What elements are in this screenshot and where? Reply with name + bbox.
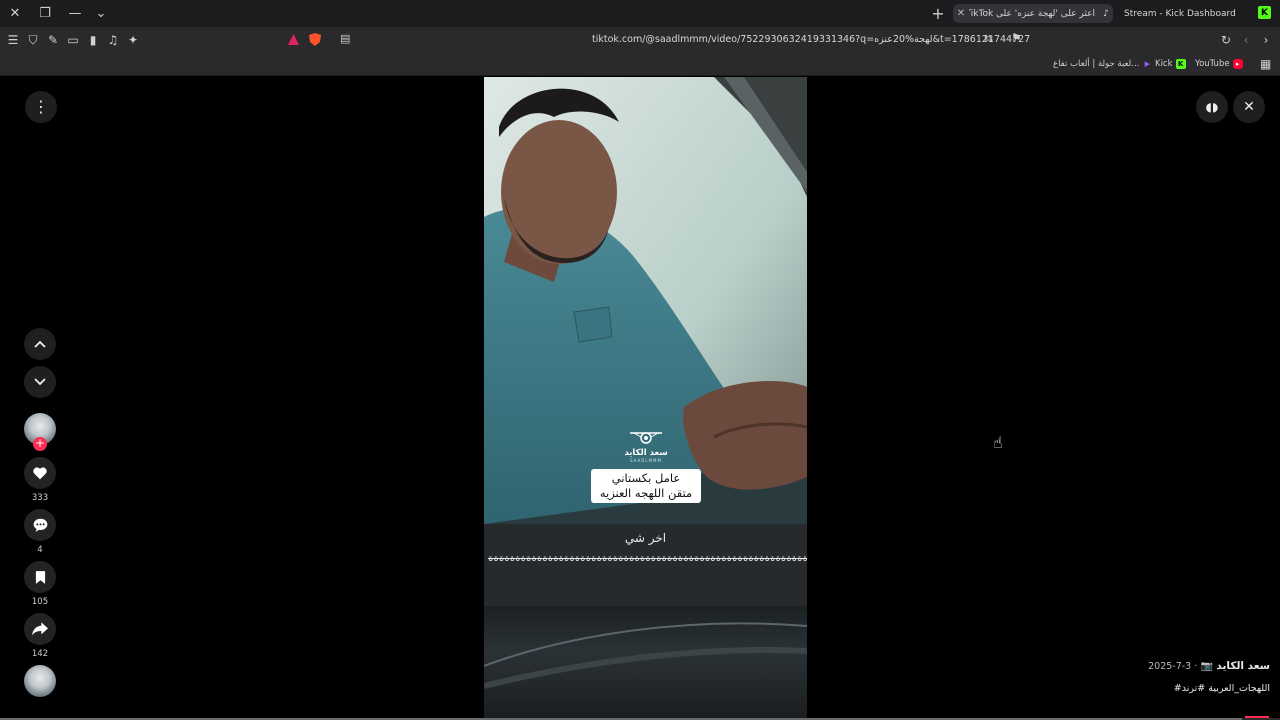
chevron-down-icon xyxy=(34,378,46,386)
kick-icon: K xyxy=(1175,59,1186,69)
site-settings-icon[interactable]: ⇆ xyxy=(984,32,993,45)
save-count: 105 xyxy=(31,597,49,607)
tab-label: Stream - Kick Dashboard xyxy=(1124,8,1236,19)
url-text: tiktok.com/@saadlmmm/video/7522930632419… xyxy=(592,34,1031,45)
watermark-sub: SAADLMMM xyxy=(630,458,662,463)
tiktok-icon: ♪ xyxy=(1103,8,1109,19)
video-player[interactable]: سعد الكايد SAADLMMM عامل بكستاني متقن ال… xyxy=(484,77,807,720)
follow-plus-icon[interactable]: + xyxy=(33,437,47,451)
minimize-window-icon[interactable]: — xyxy=(61,0,89,27)
panel-glyph-text: ة‎ة‎ة‎ة‎ة‎ة‎ة‎ة‎ة‎ة‎ة‎ة‎ة‎ة‎ة‎ة‎ة‎ة‎ة‎ة‎… xyxy=(488,554,807,564)
reload-icon[interactable]: ↻ xyxy=(1218,32,1234,48)
game-icon: ▶ xyxy=(1142,59,1153,69)
close-button[interactable]: ✕ xyxy=(1233,91,1265,123)
bookmark-label: YouTube xyxy=(1195,59,1230,69)
caption-line-2: متقن اللهجه العنزيه xyxy=(599,486,693,500)
tab-label: اعثر على 'لهجة عنزه' على TikTok xyxy=(969,8,1095,19)
forward-icon[interactable]: › xyxy=(1258,32,1274,48)
extensions-icon[interactable]: ✦ xyxy=(125,32,141,48)
next-video-button[interactable] xyxy=(24,366,56,398)
pin-icon[interactable]: ✎ xyxy=(45,32,61,48)
video-meta: 2025-7-3 · 📷 سعد الكايد xyxy=(1148,660,1270,672)
more-vertical-icon: ⋮ xyxy=(33,97,49,116)
browser-titlebar: ✕ ❐ — ⌄ + ✕ اعثر على 'لهجة عنزه' على Tik… xyxy=(0,0,1280,27)
author-name[interactable]: سعد الكايد xyxy=(1216,660,1270,672)
browser-toolbar: ☰ ⛉ ✎ ▭ ▮ ♫ ✦ ▤ tiktok.com/@saadlmmm/vid… xyxy=(0,27,1280,53)
bookmark-icon[interactable]: ⚑ xyxy=(1011,31,1022,45)
panel-title: اخر شي xyxy=(624,531,667,545)
shield-icon[interactable]: ⛉ xyxy=(25,32,41,48)
heart-icon xyxy=(33,466,47,479)
bookmark-label: لعبة جولة | ألعاب تفاع... xyxy=(1053,59,1140,69)
bookmark-item-youtube[interactable]: YouTube ▸ xyxy=(1195,57,1246,71)
tab-tiktok[interactable]: ✕ اعثر على 'لهجة عنزه' على TikTok ♪ xyxy=(953,4,1113,23)
apps-grid-icon[interactable]: ▦ xyxy=(1260,57,1271,71)
like-button[interactable] xyxy=(24,457,56,489)
back-icon[interactable]: ‹ xyxy=(1238,32,1254,48)
close-icon: ✕ xyxy=(1243,99,1255,115)
more-options-button[interactable]: ⋮ xyxy=(25,91,57,123)
tab-kick-dashboard[interactable]: Stream - Kick Dashboard xyxy=(1120,4,1250,23)
share-count: 142 xyxy=(31,649,49,659)
like-count: 333 xyxy=(31,493,49,503)
share-button[interactable] xyxy=(24,613,56,645)
kick-icon: K xyxy=(1258,6,1271,19)
video-hashtags[interactable]: #اللهجات_العربية #ترند xyxy=(1174,683,1270,694)
tab-close-icon[interactable]: ✕ xyxy=(953,8,969,19)
bookmark-item-kick[interactable]: Kick K xyxy=(1155,57,1189,71)
comment-count: 4 xyxy=(37,545,43,555)
audio-toggle-button[interactable]: ◖◗ xyxy=(1196,91,1228,123)
bookmark-item-game[interactable]: لعبة جولة | ألعاب تفاع... ▶ xyxy=(1053,57,1155,71)
comment-button[interactable] xyxy=(24,509,56,541)
brave-shield-icon[interactable] xyxy=(309,33,321,46)
warning-icon xyxy=(288,34,299,45)
bookmarks-bar: لعبة جولة | ألعاب تفاع... ▶ Kick K YouTu… xyxy=(0,53,1280,76)
tabs-icon[interactable]: ▭ xyxy=(65,32,81,48)
menu-icon[interactable]: ☰ xyxy=(5,32,21,48)
creator-watermark: سعد الكايد SAADLMMM xyxy=(620,429,672,463)
post-date: 2025-7-3 · xyxy=(1148,661,1198,672)
camera-emoji-icon: 📷 xyxy=(1200,661,1214,672)
sound-avatar[interactable] xyxy=(24,665,56,697)
video-caption: عامل بكستاني متقن اللهجه العنزيه xyxy=(591,469,701,503)
previous-video-button[interactable] xyxy=(24,328,56,360)
bookmark-label: Kick xyxy=(1155,59,1173,69)
caption-line-1: عامل بكستاني xyxy=(611,471,681,485)
audio-icon: ◖◗ xyxy=(1205,100,1219,114)
tab-list-chevron-icon[interactable]: ⌄ xyxy=(87,0,115,27)
save-button[interactable] xyxy=(24,561,56,593)
reader-icon[interactable]: ▤ xyxy=(340,32,350,45)
chevron-up-icon xyxy=(34,340,46,348)
share-icon xyxy=(32,622,48,636)
drone-logo-icon xyxy=(630,432,662,444)
video-text-panel: اخر شي ة‎ة‎ة‎ة‎ة‎ة‎ة‎ة‎ة‎ة‎ة‎ة‎ة‎ة‎ة‎ة‎ة… xyxy=(484,524,807,606)
comment-icon xyxy=(33,518,47,532)
address-bar[interactable]: ▤ tiktok.com/@saadlmmm/video/75229306324… xyxy=(282,30,1031,50)
car-door-shape xyxy=(484,622,807,689)
music-icon[interactable]: ♫ xyxy=(105,32,121,48)
new-tab-plus-icon[interactable]: + xyxy=(924,0,952,27)
tiktok-video-viewer: ⋮ ◖◗ ✕ + 333 4 105 142 سعد الكايد SAADLM… xyxy=(0,77,1280,720)
watermark-name: سعد الكايد xyxy=(624,448,668,458)
hand-cursor-icon: ☝ xyxy=(993,433,1003,452)
youtube-icon: ▸ xyxy=(1232,59,1243,69)
progress-handle[interactable] xyxy=(1245,716,1269,718)
sidebar-icon[interactable]: ▮ xyxy=(85,32,101,48)
restore-window-icon[interactable]: ❐ xyxy=(31,0,59,27)
video-lower-frame xyxy=(484,606,807,720)
bookmark-icon xyxy=(35,570,45,584)
close-window-icon[interactable]: ✕ xyxy=(1,0,29,27)
